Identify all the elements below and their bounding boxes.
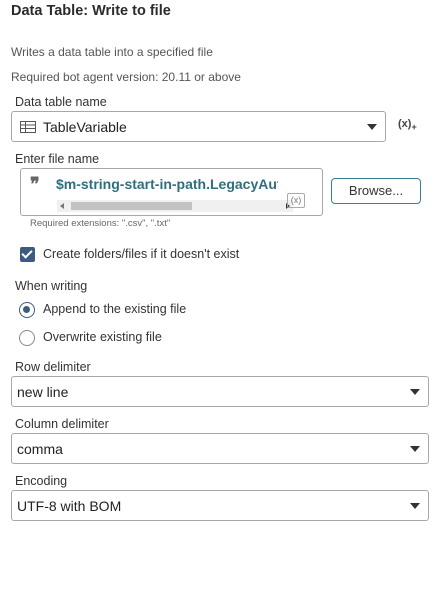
create-folders-label: Create folders/files if it doesn't exist <box>43 247 240 261</box>
panel-title: Data Table: Write to file <box>11 3 171 19</box>
chevron-down-icon <box>410 388 420 395</box>
when-writing-label: When writing <box>15 279 88 293</box>
insert-variable-icon[interactable]: (x)+ <box>398 118 417 132</box>
table-icon <box>20 120 36 133</box>
file-name-value: $m-string-start-in-path.LegacyAutomation… <box>56 176 278 192</box>
version-note: Required bot agent version: 20.11 or abo… <box>11 70 241 84</box>
chevron-down-icon <box>410 502 420 509</box>
encoding-label: Encoding <box>15 474 68 488</box>
overwrite-radio[interactable] <box>19 330 35 346</box>
panel-description: Writes a data table into a specified fil… <box>11 45 213 59</box>
file-name-label: Enter file name <box>15 152 100 166</box>
data-table-label: Data table name <box>15 95 107 109</box>
scrollbar-thumb[interactable] <box>71 202 192 210</box>
encoding-select[interactable]: UTF-8 with BOM <box>11 490 429 521</box>
append-radio-label: Append to the existing file <box>43 302 187 316</box>
scroll-left-icon[interactable] <box>60 203 64 209</box>
append-radio[interactable] <box>19 302 35 318</box>
row-delimiter-value: new line <box>17 383 69 400</box>
column-delimiter-select[interactable]: comma <box>11 433 429 464</box>
chevron-down-icon <box>367 123 377 130</box>
overwrite-radio-label: Overwrite existing file <box>43 330 162 344</box>
data-table-value: TableVariable <box>43 118 127 135</box>
insert-variable-button[interactable]: (x) <box>287 193 305 208</box>
data-table-select[interactable]: TableVariable <box>11 111 386 142</box>
file-name-input[interactable]: ❞ $m-string-start-in-path.LegacyAutomati… <box>20 168 323 216</box>
row-delimiter-select[interactable]: new line <box>11 376 429 407</box>
column-delimiter-value: comma <box>17 440 63 457</box>
create-folders-checkbox[interactable] <box>20 247 35 262</box>
extensions-hint: Required extensions: ".csv", ".txt" <box>30 218 171 229</box>
browse-button[interactable]: Browse... <box>331 178 421 204</box>
string-quote-icon: ❞ <box>30 174 40 195</box>
horizontal-scrollbar[interactable] <box>57 200 293 212</box>
chevron-down-icon <box>410 445 420 452</box>
row-delimiter-label: Row delimiter <box>15 360 91 374</box>
encoding-value: UTF-8 with BOM <box>17 497 122 514</box>
column-delimiter-label: Column delimiter <box>15 417 109 431</box>
